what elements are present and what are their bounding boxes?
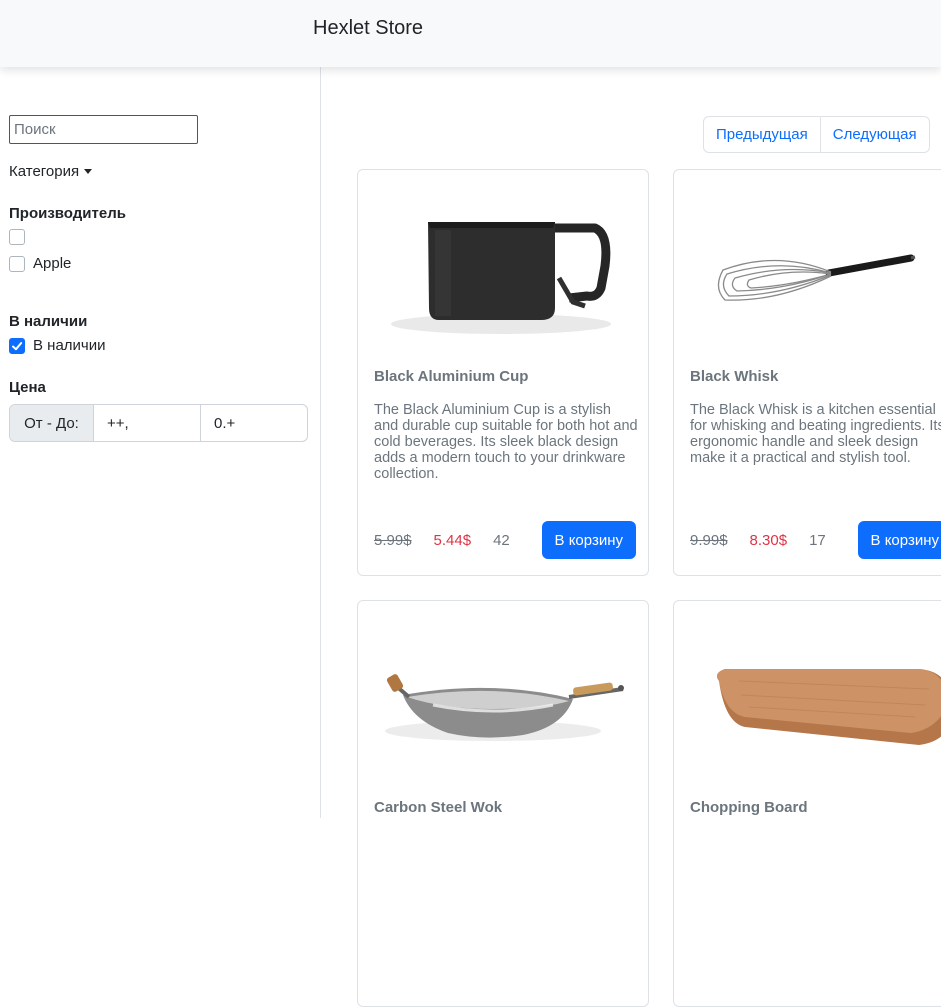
stock-quantity: 17: [809, 531, 826, 549]
product-footer: 5.99$ 5.44$ 42 В корзину: [374, 521, 636, 559]
stock-quantity: 42: [493, 531, 510, 549]
stock-label: В наличии: [33, 337, 106, 354]
search-input[interactable]: [9, 115, 198, 144]
category-dropdown[interactable]: Категория: [9, 163, 93, 180]
manufacturer-checkbox[interactable]: [9, 229, 25, 245]
product-card: Carbon Steel Wok: [357, 600, 649, 1007]
add-to-cart-button[interactable]: В корзину: [857, 521, 941, 559]
product-footer: 9.99$ 8.30$ 17 В корзину: [690, 521, 941, 559]
old-price: 9.99$: [690, 531, 728, 549]
manufacturer-checkbox[interactable]: [9, 255, 25, 272]
product-card: Black Whisk The Black Whisk is a kitchen…: [673, 169, 941, 576]
wok-image[interactable]: [358, 601, 648, 776]
price-to-input[interactable]: 0.+: [200, 405, 307, 441]
product-card: Chopping Board: [673, 600, 941, 1007]
product-description: The Black Whisk is a kitchen essential f…: [690, 402, 941, 466]
price-title: Цена: [9, 379, 46, 396]
price-range-group: От - До: ++, 0.+: [9, 404, 308, 442]
product-card: Black Aluminium Cup The Black Aluminium …: [357, 169, 649, 576]
product-title[interactable]: Black Aluminium Cup: [374, 368, 528, 385]
next-page-button[interactable]: Следующая: [819, 117, 929, 152]
price-range-label: От - До:: [10, 405, 94, 441]
product-description: The Black Aluminium Cup is a stylish and…: [374, 402, 638, 482]
price-from-input[interactable]: ++,: [94, 405, 200, 441]
manufacturer-option-apple[interactable]: Apple: [9, 255, 71, 272]
pagination: Предыдущая Следующая: [703, 116, 930, 153]
product-title[interactable]: Black Whisk: [690, 368, 778, 385]
manufacturer-option-empty[interactable]: [9, 229, 33, 245]
manufacturer-title: Производитель: [9, 205, 126, 222]
chopping-board-image[interactable]: [674, 601, 941, 776]
top-navbar: Hexlet Store: [0, 0, 941, 67]
stock-title: В наличии: [9, 313, 88, 330]
add-to-cart-button[interactable]: В корзину: [541, 521, 636, 559]
check-icon: [12, 341, 23, 350]
sale-price: 5.44$: [433, 531, 472, 549]
old-price: 5.99$: [374, 531, 412, 549]
filter-sidebar: Категория Производитель Apple В наличии …: [0, 67, 321, 818]
manufacturer-label: Apple: [33, 255, 72, 272]
brand-title[interactable]: Hexlet Store: [313, 17, 423, 40]
whisk-image[interactable]: [674, 170, 941, 345]
caret-down-icon: [84, 169, 93, 174]
product-title[interactable]: Chopping Board: [690, 799, 807, 816]
product-title[interactable]: Carbon Steel Wok: [374, 799, 502, 816]
sale-price: 8.30$: [749, 531, 788, 549]
stock-checkbox[interactable]: [9, 337, 25, 354]
category-label: Категория: [9, 163, 80, 180]
stock-option[interactable]: В наличии: [9, 337, 106, 354]
previous-page-button[interactable]: Предыдущая: [704, 117, 820, 152]
cup-image[interactable]: [358, 170, 648, 345]
